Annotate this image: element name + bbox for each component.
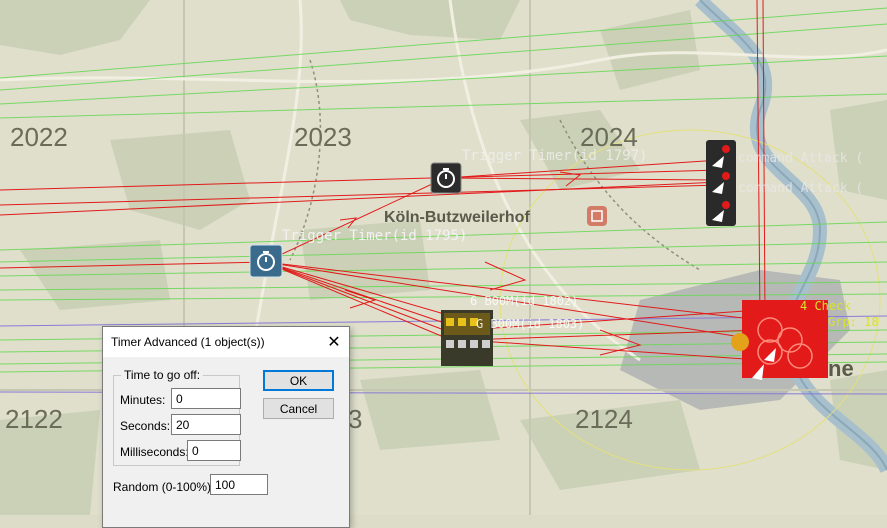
grid-label: 2022 [10, 122, 68, 152]
grid-label: 2122 [5, 404, 63, 434]
place-name-fragment: ne [828, 356, 854, 381]
time-group-label: Time to go off: [124, 368, 201, 382]
ok-button[interactable]: OK [263, 370, 334, 391]
trigger-timer-icon[interactable] [430, 162, 462, 194]
waypoint-markers[interactable] [706, 140, 736, 226]
grid-label: 3 [348, 404, 362, 434]
cancel-button[interactable]: Cancel [263, 398, 334, 419]
minutes-input[interactable] [171, 388, 241, 409]
random-input[interactable] [210, 474, 268, 495]
seconds-label: Seconds: [120, 419, 171, 433]
close-icon[interactable]: ✕ [319, 327, 349, 357]
unit-label: G B00M(id 1803) [476, 317, 584, 331]
grid-label: 2124 [575, 404, 633, 434]
right-label: 4 Check [800, 299, 851, 313]
milliseconds-input[interactable] [187, 440, 241, 461]
minutes-label: Minutes: [120, 393, 166, 407]
grid-label: 2023 [294, 122, 352, 152]
trigger-timer-selected-icon[interactable] [249, 244, 283, 278]
dialog-titlebar[interactable]: Timer Advanced (1 object(s)) ✕ [103, 327, 349, 357]
right-label: Grp: 18 [828, 315, 879, 329]
timer-advanced-dialog: Timer Advanced (1 object(s)) ✕ Time to g… [102, 326, 350, 528]
seconds-input[interactable] [171, 414, 241, 435]
random-label: Random (0-100%) [113, 480, 212, 494]
command-label: command Attack ( [738, 181, 863, 196]
dialog-title: Timer Advanced (1 object(s)) [111, 335, 265, 349]
trigger-label: Trigger Timer(id 1797) [462, 148, 647, 164]
unit-label: 6 B00M(id 1802) [470, 294, 578, 308]
milliseconds-label: Milliseconds: [120, 445, 189, 459]
command-label: command Attack ( [738, 151, 863, 166]
airport-icon [587, 206, 607, 226]
trigger-label: Trigger Timer(id 1795) [282, 228, 467, 244]
place-name: Köln-Butzweilerhof [384, 209, 530, 226]
